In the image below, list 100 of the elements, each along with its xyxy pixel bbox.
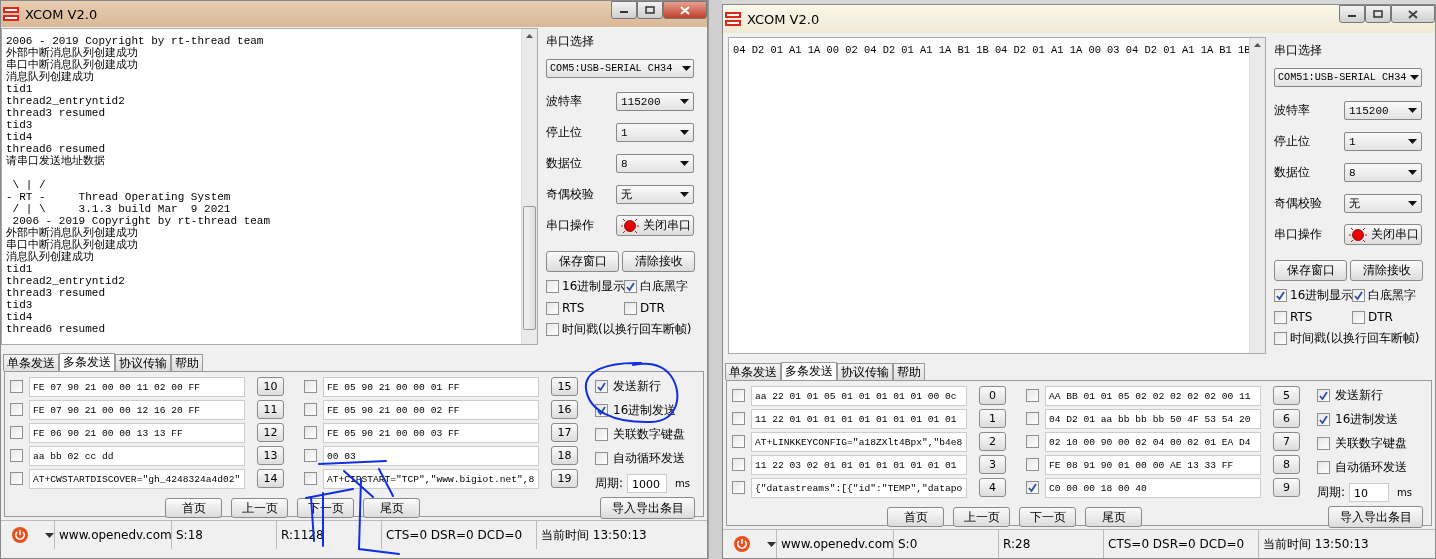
option-checkbox[interactable]: 16进制显示 (546, 278, 624, 295)
row-checkbox[interactable] (1026, 435, 1039, 448)
send-button[interactable]: 2 (979, 432, 1006, 451)
send-field[interactable]: AT+CWSTARTDISCOVER="gh_4248324a4d02" (29, 468, 245, 489)
row-checkbox[interactable] (1026, 389, 1039, 402)
send-button[interactable]: 12 (257, 423, 284, 442)
setting-dropdown[interactable]: 1 (1344, 132, 1422, 151)
tab[interactable]: 协议传输 (115, 354, 171, 371)
row-checkbox[interactable] (304, 380, 317, 393)
send-button[interactable]: 4 (979, 478, 1006, 497)
send-button[interactable]: 17 (551, 423, 578, 442)
tab[interactable]: 多条发送 (781, 362, 837, 380)
row-checkbox[interactable] (304, 403, 317, 416)
option-checkbox[interactable]: DTR (624, 301, 704, 315)
send-button[interactable]: 8 (1273, 455, 1300, 474)
option-checkbox[interactable]: 发送新行 (595, 378, 703, 395)
option-checkbox[interactable]: 白底黑字 (1352, 287, 1432, 304)
send-button[interactable]: 13 (257, 446, 284, 465)
option-checkbox[interactable]: RTS (546, 301, 624, 315)
caret-icon[interactable] (45, 532, 54, 538)
send-field[interactable]: 11 22 03 02 01 01 01 01 01 01 01 01 (751, 454, 967, 475)
option-checkbox[interactable]: 16进制发送 (1317, 411, 1431, 428)
send-button[interactable]: 14 (257, 469, 284, 488)
close-button[interactable] (663, 1, 707, 19)
caret-icon[interactable] (767, 541, 776, 547)
send-field[interactable]: 02 10 00 90 00 02 04 00 02 01 EA D4 (1045, 431, 1261, 452)
panel-button[interactable]: 清除接收 (1350, 260, 1423, 281)
setting-dropdown[interactable]: 115200 (616, 92, 694, 111)
receive-area[interactable] (1, 28, 538, 345)
send-field[interactable]: AT+LINKKEYCONFIG="a18ZXlt4Bpx","b4e8 (751, 431, 967, 452)
row-checkbox[interactable] (10, 472, 23, 485)
page-button[interactable]: 首页 (165, 498, 222, 518)
page-button[interactable]: 尾页 (363, 498, 420, 518)
option-checkbox[interactable]: 关联数字键盘 (595, 426, 703, 443)
power-icon[interactable] (733, 535, 751, 553)
send-button[interactable]: 18 (551, 446, 578, 465)
send-field[interactable]: {"datastreams":[{"id":"TEMP","datapo (751, 477, 967, 498)
option-checkbox[interactable]: 自动循环发送 (595, 450, 703, 467)
row-checkbox[interactable] (1026, 458, 1039, 471)
send-field[interactable]: FE 07 90 21 00 00 11 02 00 FF (29, 376, 245, 397)
tab[interactable]: 多条发送 (59, 353, 115, 371)
row-checkbox[interactable] (732, 458, 745, 471)
panel-button[interactable]: 清除接收 (622, 251, 695, 272)
tab[interactable]: 单条发送 (725, 363, 781, 380)
send-field[interactable]: 04 D2 01 aa bb bb bb 50 4F 53 54 20 (1045, 408, 1261, 429)
setting-dropdown[interactable]: 无 (1344, 194, 1422, 213)
row-checkbox[interactable] (732, 481, 745, 494)
close-port-button[interactable]: 关闭串口 (1344, 224, 1422, 245)
send-field[interactable]: FE 06 90 21 00 00 13 13 FF (29, 422, 245, 443)
tab[interactable]: 帮助 (893, 363, 925, 380)
panel-button[interactable]: 保存窗口 (1274, 260, 1347, 281)
period-field[interactable]: 1000 (627, 474, 668, 493)
option-checkbox[interactable]: RTS (1274, 310, 1352, 324)
scrollbar[interactable] (1249, 38, 1265, 353)
send-field[interactable]: FE 05 90 21 00 00 02 FF (323, 399, 539, 420)
row-checkbox[interactable] (10, 449, 23, 462)
send-button[interactable]: 19 (551, 469, 578, 488)
scrollbar[interactable] (521, 29, 537, 344)
row-checkbox[interactable] (1026, 481, 1039, 494)
option-checkbox[interactable]: 白底黑字 (624, 278, 704, 295)
option-checkbox[interactable]: 16进制显示 (1274, 287, 1352, 304)
power-icon[interactable] (11, 526, 29, 544)
send-field[interactable]: FE 05 90 21 00 00 01 FF (323, 376, 539, 397)
tab[interactable]: 帮助 (171, 354, 203, 371)
scroll-thumb[interactable] (523, 206, 536, 330)
period-field[interactable]: 10 (1349, 483, 1390, 502)
page-button[interactable]: 尾页 (1085, 507, 1142, 527)
send-field[interactable]: FE 07 90 21 00 00 12 16 20 FF (29, 399, 245, 420)
page-button[interactable]: 首页 (887, 507, 944, 527)
maximize-button[interactable] (637, 1, 663, 19)
send-button[interactable]: 1 (979, 409, 1006, 428)
send-field[interactable]: AA BB 01 01 05 02 02 02 02 02 00 11 (1045, 385, 1261, 406)
tab[interactable]: 单条发送 (3, 354, 59, 371)
page-button[interactable]: 上一页 (953, 507, 1010, 527)
send-button[interactable]: 7 (1273, 432, 1300, 451)
close-port-button[interactable]: 关闭串口 (616, 215, 694, 236)
send-button[interactable]: 6 (1273, 409, 1300, 428)
row-checkbox[interactable] (10, 426, 23, 439)
send-button[interactable]: 11 (257, 400, 284, 419)
close-button[interactable] (1391, 5, 1435, 23)
send-field[interactable]: aa bb 02 cc dd (29, 445, 245, 466)
row-checkbox[interactable] (732, 412, 745, 425)
send-button[interactable]: 5 (1273, 386, 1300, 405)
port-dropdown[interactable]: COM51:USB-SERIAL CH34 (1274, 68, 1422, 87)
option-checkbox[interactable]: DTR (1352, 310, 1432, 324)
import-export-button[interactable]: 导入导出条目 (1328, 506, 1423, 528)
send-button[interactable]: 15 (551, 377, 578, 396)
setting-dropdown[interactable]: 无 (616, 185, 694, 204)
send-field[interactable]: aa 22 01 01 05 01 01 01 01 01 00 0c (751, 385, 967, 406)
row-checkbox[interactable] (1026, 412, 1039, 425)
maximize-button[interactable] (1365, 5, 1391, 23)
row-checkbox[interactable] (732, 389, 745, 402)
row-checkbox[interactable] (304, 449, 317, 462)
setting-dropdown[interactable]: 8 (1344, 163, 1422, 182)
send-button[interactable]: 9 (1273, 478, 1300, 497)
row-checkbox[interactable] (304, 426, 317, 439)
send-field[interactable]: 00 03 (323, 445, 539, 466)
send-field[interactable]: FE 08 91 90 01 00 00 AE 13 33 FF (1045, 454, 1261, 475)
minimize-button[interactable] (611, 1, 637, 19)
option-checkbox[interactable]: 关联数字键盘 (1317, 435, 1431, 452)
